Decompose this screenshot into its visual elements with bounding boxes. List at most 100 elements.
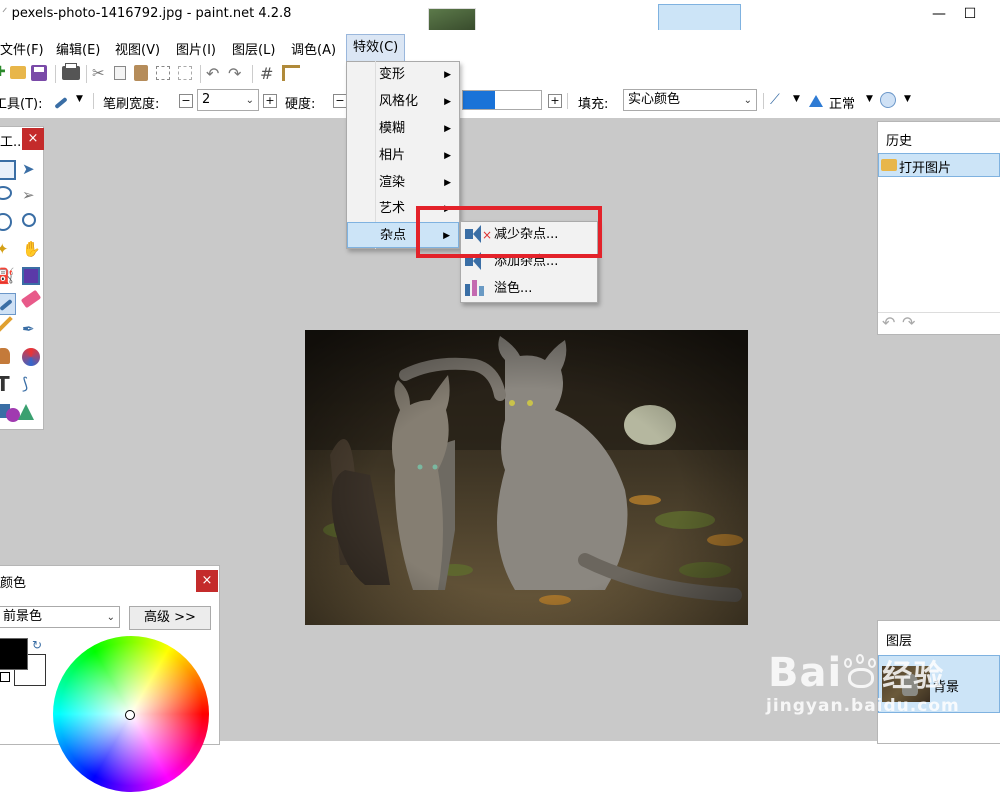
advanced-button[interactable]: 高级 >>: [129, 606, 211, 630]
toolbar-separator: [55, 65, 56, 83]
toolbar-separator: [252, 65, 253, 83]
effects-menu-item-photo[interactable]: 相片 ▶: [347, 143, 459, 169]
gradient-tool-icon[interactable]: [22, 267, 40, 285]
median-bar-icon: [479, 286, 484, 296]
blend-mode-select[interactable]: 正常: [829, 93, 855, 112]
submenu-arrow-icon: ▶: [444, 70, 451, 80]
redo-icon[interactable]: ↷: [228, 64, 246, 83]
paw-icon: [842, 654, 882, 690]
cats-photo: [305, 330, 748, 625]
color-picker-tool-icon[interactable]: ✒: [22, 320, 42, 340]
antialiasing-dropdown-arrow-icon[interactable]: ▼: [793, 94, 800, 104]
hardness-label: 硬度:: [285, 97, 316, 112]
maximize-button[interactable]: ☐: [958, 4, 982, 24]
antialiasing-icon[interactable]: ⟋: [770, 92, 788, 108]
clone-stamp-tool-icon[interactable]: [0, 348, 10, 364]
history-divider: [878, 312, 1000, 313]
swap-colors-icon[interactable]: ↻: [32, 638, 42, 652]
toolbar-separator: [93, 93, 94, 109]
chevron-down-icon: ⌄: [743, 95, 752, 106]
toolbar-separator: [200, 65, 201, 83]
magic-wand-tool-icon[interactable]: ✦: [0, 240, 16, 260]
minimize-button[interactable]: —: [927, 4, 951, 24]
ruler-icon[interactable]: [282, 65, 300, 81]
toolbar-separator: [567, 93, 568, 109]
hardness-slider[interactable]: [462, 90, 542, 110]
color-wheel[interactable]: [53, 636, 209, 792]
history-item-label: 打开图片: [899, 161, 952, 176]
selection-mode-icon[interactable]: [880, 92, 896, 108]
submenu-arrow-icon: ▶: [444, 178, 451, 188]
move-selection-tool-icon[interactable]: ➢: [22, 186, 42, 206]
paint-bucket-tool-icon[interactable]: ⛽: [0, 267, 16, 287]
paintbrush-tool-icon[interactable]: [52, 92, 70, 110]
line-curve-tool-icon[interactable]: ⟆: [22, 374, 42, 394]
window-title: ᐟ pexels-photo-1416792.jpg - paint.net 4…: [2, 6, 292, 21]
paintbrush-tool-icon[interactable]: [0, 293, 16, 315]
menu-view[interactable]: 视图(V): [115, 39, 160, 58]
menu-effects[interactable]: 特效(C): [346, 34, 406, 62]
toolbar-separator: [763, 93, 764, 109]
primary-color-swatch[interactable]: [0, 638, 28, 670]
zoom-tool-icon[interactable]: [22, 213, 36, 227]
deselect-icon[interactable]: [178, 66, 192, 80]
watermark-url: jingyan.baidu.com: [766, 696, 960, 716]
open-folder-icon[interactable]: [10, 66, 26, 79]
cut-icon[interactable]: ✂: [92, 64, 110, 82]
canvas-image[interactable]: [305, 330, 748, 625]
color-wheel-cursor[interactable]: [125, 710, 135, 720]
print-icon[interactable]: [62, 63, 80, 80]
menu-file[interactable]: 文件(F): [0, 39, 44, 58]
menu-layers[interactable]: 图层(L): [232, 39, 275, 58]
colors-panel-title: 颜色: [0, 576, 27, 591]
brush-width-decrease-button[interactable]: −: [179, 94, 193, 108]
reset-colors-icon[interactable]: [0, 672, 10, 682]
tools-panel-close-button[interactable]: ×: [22, 128, 44, 150]
blend-mode-dropdown-arrow-icon[interactable]: ▼: [866, 94, 873, 104]
effects-menu-item-blurs[interactable]: 模糊 ▶: [347, 116, 459, 142]
submenu-arrow-icon: ▶: [444, 97, 451, 107]
fill-select[interactable]: 实心颜色 ⌄: [623, 89, 757, 111]
copy-icon[interactable]: [114, 66, 126, 80]
toolbar-separator: [86, 65, 87, 83]
history-item[interactable]: 打开图片: [878, 153, 1000, 177]
move-selected-pixels-tool-icon[interactable]: ➤: [22, 160, 42, 180]
recolor-tool-icon[interactable]: [22, 348, 40, 366]
submenu-arrow-icon: ▶: [444, 151, 451, 161]
effects-menu-item-stylize[interactable]: 风格化 ▶: [347, 89, 459, 115]
shapes-tool-icon[interactable]: [0, 402, 36, 424]
noise-submenu-item-median[interactable]: 溢色...: [461, 276, 597, 302]
brush-width-input[interactable]: 2 ⌄: [197, 89, 259, 111]
hardness-increase-button[interactable]: +: [548, 94, 562, 108]
save-icon[interactable]: [31, 65, 47, 81]
tool-label: 工具(T):: [0, 97, 43, 112]
effects-menu-item-distort[interactable]: 变形 ▶: [347, 62, 459, 88]
color-target-select[interactable]: 前景色 ⌄: [0, 606, 120, 628]
history-undo-icon[interactable]: ↶: [882, 313, 895, 332]
tool-dropdown-arrow-icon[interactable]: ▼: [76, 94, 83, 104]
selection-mode-dropdown-arrow-icon[interactable]: ▼: [904, 94, 911, 104]
grid-icon[interactable]: #: [260, 64, 278, 83]
chevron-down-icon: ⌄: [106, 612, 115, 623]
menu-image[interactable]: 图片(I): [176, 39, 216, 58]
median-bar-icon: [472, 280, 477, 296]
menu-edit[interactable]: 编辑(E): [56, 39, 100, 58]
history-redo-icon[interactable]: ↷: [902, 313, 915, 332]
undo-icon[interactable]: ↶: [206, 64, 224, 83]
crop-to-selection-icon[interactable]: [156, 66, 170, 80]
submenu-arrow-icon: ▶: [444, 124, 451, 134]
colors-panel-close-button[interactable]: ×: [196, 570, 218, 592]
effects-menu-item-render[interactable]: 渲染 ▶: [347, 170, 459, 196]
pan-tool-icon[interactable]: ✋: [22, 240, 42, 260]
text-tool-icon[interactable]: T: [0, 374, 16, 394]
menu-adjustments[interactable]: 调色(A): [291, 39, 336, 58]
brush-width-increase-button[interactable]: +: [263, 94, 277, 108]
rectangle-select-tool-icon[interactable]: [0, 160, 16, 180]
history-panel-title: 历史: [886, 134, 913, 149]
main-toolbar: [0, 62, 1000, 86]
chevron-down-icon: ⌄: [245, 95, 254, 106]
hardness-decrease-button[interactable]: −: [333, 94, 347, 108]
app-icon: ᐟ: [2, 6, 12, 21]
fill-label: 填充:: [578, 97, 609, 112]
paste-icon[interactable]: [134, 65, 148, 81]
